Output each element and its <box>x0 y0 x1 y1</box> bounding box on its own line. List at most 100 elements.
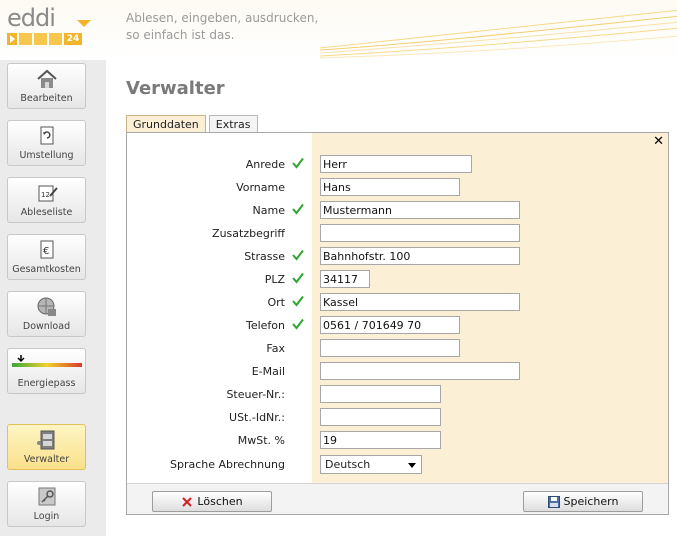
save-button[interactable]: Speichern <box>523 491 643 512</box>
sidebar-item-bearbeiten[interactable]: Bearbeiten <box>7 63 86 109</box>
logo-blocks: 24 <box>7 33 82 45</box>
field-label: Telefon <box>245 319 285 332</box>
sidebar-item-umstellung[interactable]: Umstellung <box>7 120 86 166</box>
tab-extras[interactable]: Extras <box>208 115 258 133</box>
language-select-value: Deutsch <box>325 458 371 471</box>
sidebar: Bearbeiten Umstellung 12 Ableseliste € G… <box>0 60 106 536</box>
refresh-document-icon <box>40 126 54 145</box>
form-row: MwSt. % <box>127 431 668 453</box>
language-select[interactable]: Deutsch <box>320 455 422 474</box>
tagline: Ablesen, eingeben, ausdrucken, so einfac… <box>126 10 318 44</box>
check-icon <box>292 295 304 307</box>
field-input[interactable] <box>320 339 460 357</box>
tab-bar: Grunddaten Extras <box>126 115 258 133</box>
svg-text:12: 12 <box>41 191 50 199</box>
field-input[interactable] <box>320 270 370 288</box>
field-label: Vorname <box>236 181 285 194</box>
save-button-label: Speichern <box>563 495 619 508</box>
form-row: Vorname <box>127 178 668 200</box>
form-row: Steuer-Nr.: <box>127 385 668 407</box>
field-label: Fax <box>266 342 285 355</box>
form-row: Ort <box>127 293 668 315</box>
sidebar-item-login[interactable]: Login <box>7 481 86 527</box>
check-icon <box>292 249 304 261</box>
logo-badge: 24 <box>64 33 82 45</box>
field-label: USt.-IdNr.: <box>229 411 285 424</box>
globe-download-icon <box>37 297 56 316</box>
field-input[interactable] <box>320 316 460 334</box>
field-label: Steuer-Nr.: <box>226 388 285 401</box>
form-row: Name <box>127 201 668 223</box>
form-row: Zusatzbegriff <box>127 224 668 246</box>
field-input[interactable] <box>320 293 520 311</box>
field-input[interactable] <box>320 224 520 242</box>
field-label: PLZ <box>264 273 285 286</box>
header-swoosh-decoration <box>320 9 677 59</box>
delete-button-label: Löschen <box>197 495 243 508</box>
form-row: USt.-IdNr.: <box>127 408 668 430</box>
field-label: E-Mail <box>251 365 285 378</box>
field-label-sprache: Sprache Abrechnung <box>170 458 285 471</box>
euro-document-icon: € <box>40 240 54 259</box>
field-input[interactable] <box>320 178 460 196</box>
sidebar-item-gesamtkosten[interactable]: € Gesamtkosten <box>7 234 86 280</box>
field-label: MwSt. % <box>237 434 285 447</box>
form-panel: ✕ Anrede Vorname Name Zusatzbegriff Strasse P… <box>126 132 669 515</box>
check-icon <box>292 272 304 284</box>
field-input[interactable] <box>320 408 441 426</box>
sidebar-item-label: Download <box>22 321 71 332</box>
field-input[interactable] <box>320 201 520 219</box>
tab-grunddaten[interactable]: Grunddaten <box>126 115 206 133</box>
calendar-pen-icon: 12 <box>38 185 58 202</box>
sidebar-item-label: Umstellung <box>19 150 74 161</box>
sidebar-item-label: Energiepass <box>17 378 76 389</box>
form-row: Anrede <box>127 155 668 177</box>
sidebar-item-label: Login <box>33 511 60 522</box>
form-row: Fax <box>127 339 668 361</box>
energy-scale-icon <box>12 355 82 367</box>
field-input[interactable] <box>320 431 441 449</box>
form-row: PLZ <box>127 270 668 292</box>
check-icon <box>292 157 304 169</box>
svg-text:€: € <box>43 246 49 257</box>
field-label: Name <box>252 204 285 217</box>
form-footer: Löschen Speichern <box>127 483 668 514</box>
field-label: Strasse <box>244 250 285 263</box>
delete-button[interactable]: Löschen <box>152 491 272 512</box>
check-icon <box>292 318 304 330</box>
app-header: eddi 24 Ablesen, eingeben, ausdrucken, s… <box>0 0 677 60</box>
tagline-line-1: Ablesen, eingeben, ausdrucken, <box>126 11 319 25</box>
key-icon <box>38 487 56 506</box>
delete-x-icon <box>182 496 193 507</box>
form-row-sprache: Sprache Abrechnung Deutsch <box>127 455 668 477</box>
tagline-line-2: so einfach ist das. <box>126 28 235 42</box>
close-icon[interactable]: ✕ <box>653 134 664 149</box>
logo-text: eddi <box>7 4 56 32</box>
cabinet-icon <box>37 430 55 450</box>
field-label: Zusatzbegriff <box>212 227 285 240</box>
chevron-down-icon <box>408 463 416 468</box>
sidebar-item-verwalter[interactable]: Verwalter <box>7 424 86 470</box>
form-row: E-Mail <box>127 362 668 384</box>
floppy-disk-icon <box>547 495 560 508</box>
sidebar-item-download[interactable]: Download <box>7 291 86 337</box>
form-row: Strasse <box>127 247 668 269</box>
sidebar-item-label: Bearbeiten <box>20 93 73 104</box>
form-row: Telefon <box>127 316 668 338</box>
logo-arrow-icon <box>77 20 91 27</box>
sidebar-item-label: Ableseliste <box>20 207 73 218</box>
field-label: Anrede <box>245 158 285 171</box>
sidebar-item-label: Gesamtkosten <box>12 264 81 275</box>
sidebar-item-label: Verwalter <box>23 454 70 465</box>
check-icon <box>292 203 304 215</box>
sidebar-item-energiepass[interactable]: Energiepass <box>7 348 86 394</box>
field-label: Ort <box>267 296 286 309</box>
sidebar-item-ableseliste[interactable]: 12 Ableseliste <box>7 177 86 223</box>
logo[interactable]: eddi 24 <box>7 4 91 48</box>
field-input[interactable] <box>320 362 520 380</box>
field-input[interactable] <box>320 385 441 403</box>
house-icon <box>37 69 57 88</box>
page-title: Verwalter <box>126 78 225 99</box>
field-input[interactable] <box>320 247 520 265</box>
field-input[interactable] <box>320 155 472 173</box>
